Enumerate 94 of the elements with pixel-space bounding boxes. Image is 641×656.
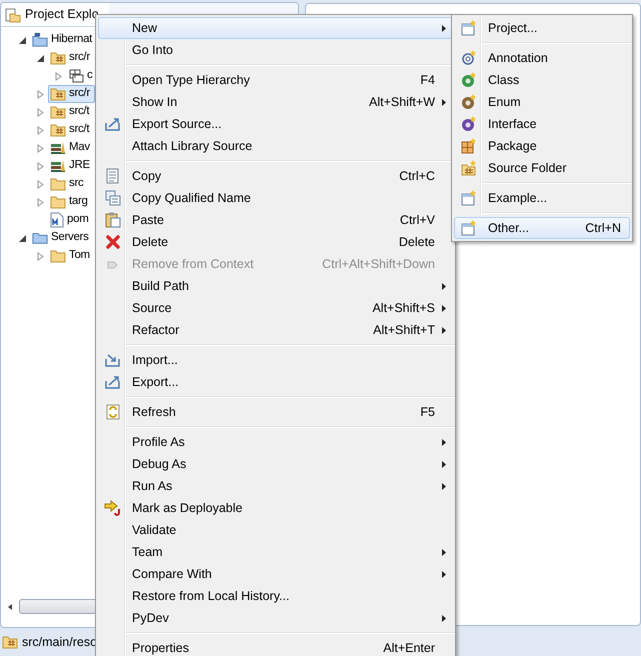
expand-arrow-icon[interactable] [36, 144, 45, 152]
menu-item[interactable]: New [98, 17, 453, 39]
source-folder-icon [461, 160, 477, 176]
file-icon [50, 212, 64, 228]
tree-item[interactable]: Servers [30, 229, 94, 247]
new-wizard-icon [461, 220, 477, 236]
expand-arrow-icon[interactable] [36, 180, 45, 188]
expand-arrow-icon[interactable] [36, 90, 45, 98]
tree-item[interactable]: src/t [48, 103, 94, 121]
collapse-arrow-icon[interactable] [18, 234, 27, 242]
package-folder-icon [50, 51, 66, 65]
menu-item[interactable]: Debug As [98, 453, 453, 475]
menu-item[interactable]: Source Alt+Shift+S [98, 297, 453, 319]
menu-item[interactable]: Show In Alt+Shift+W [98, 91, 453, 113]
folder-icon [32, 231, 48, 245]
package-folder-icon [50, 87, 66, 101]
enum-icon [461, 94, 477, 110]
package-folder-icon [2, 635, 18, 649]
menu-item[interactable]: Annotation [454, 47, 630, 69]
menu-item[interactable]: Other... Ctrl+N [454, 217, 630, 239]
delete-icon [106, 235, 120, 249]
menu-item[interactable]: Example... [454, 187, 630, 209]
menu-item[interactable]: Interface [454, 113, 630, 135]
menu-item[interactable]: Copy Qualified Name [98, 187, 453, 209]
copy-icon [105, 190, 121, 206]
tree-item[interactable]: Tom [48, 247, 95, 265]
library-icon [50, 141, 66, 155]
menu-item[interactable]: Export... [98, 371, 453, 393]
menu-item[interactable]: Compare With [98, 563, 453, 585]
collapse-arrow-icon[interactable] [18, 36, 27, 44]
expand-arrow-icon[interactable] [36, 126, 45, 134]
menu-item[interactable]: Copy Ctrl+C [98, 165, 453, 187]
menu-item[interactable]: Project... [454, 17, 630, 39]
package-folder-icon [50, 123, 66, 137]
menu-item[interactable]: Package [454, 135, 630, 157]
menu-item[interactable]: Properties Alt+Enter [98, 637, 453, 656]
menu-item[interactable]: Go Into [98, 39, 453, 61]
library-icon [50, 159, 66, 173]
paste-icon [105, 212, 121, 228]
package-icon [68, 69, 84, 83]
tree-item[interactable]: pom [48, 211, 94, 229]
tree-item[interactable]: src/t [48, 121, 94, 139]
tree-item[interactable]: src/r [48, 85, 95, 103]
folder-icon [50, 177, 66, 191]
collapse-arrow-icon[interactable] [36, 54, 45, 62]
new-wizard-icon [461, 190, 477, 206]
menu-item[interactable]: Import... [98, 349, 453, 371]
package-icon [461, 138, 477, 154]
expand-arrow-icon[interactable] [36, 162, 45, 170]
tree-item[interactable]: c [66, 67, 98, 85]
menu-item[interactable]: Refactor Alt+Shift+T [98, 319, 453, 341]
menu-item[interactable]: Class [454, 69, 630, 91]
menu-item[interactable]: Paste Ctrl+V [98, 209, 453, 231]
new-wizard-icon [461, 20, 477, 36]
folder-icon [50, 249, 66, 263]
export-icon [105, 375, 121, 389]
package-folder-icon [50, 105, 66, 119]
status-text: src/main/reso [22, 634, 98, 651]
tree-item[interactable]: src/r [48, 49, 95, 67]
folder-icon [50, 195, 66, 209]
menu-item[interactable]: Team [98, 541, 453, 563]
refresh-icon [105, 404, 121, 420]
tree-item[interactable]: src [48, 175, 88, 193]
interface-icon [461, 116, 477, 132]
menu-item[interactable]: Attach Library Source [98, 135, 453, 157]
menu-item[interactable]: Mark as Deployable [98, 497, 453, 519]
project-icon [32, 32, 48, 48]
annotation-icon [461, 50, 477, 66]
tree-item[interactable]: Hibernat [30, 31, 98, 49]
class-icon [461, 72, 477, 88]
menu-item[interactable]: PyDev [98, 607, 453, 629]
export-icon [105, 117, 121, 131]
expand-arrow-icon[interactable] [36, 252, 45, 260]
tree-item[interactable]: JRE [48, 157, 95, 175]
menu-item[interactable]: Run As [98, 475, 453, 497]
import-icon [105, 353, 121, 367]
folder-icon [5, 6, 21, 22]
tree-item[interactable]: targ [48, 193, 93, 211]
menu-item[interactable]: Export Source... [98, 113, 453, 135]
menu-item[interactable]: Source Folder [454, 157, 630, 179]
menu-item[interactable]: Validate [98, 519, 453, 541]
expand-arrow-icon[interactable] [54, 72, 63, 80]
menu-item[interactable]: Restore from Local History... [98, 585, 453, 607]
menu-item[interactable]: Delete Delete [98, 231, 453, 253]
menu-item[interactable]: Build Path [98, 275, 453, 297]
deploy-icon [104, 500, 122, 516]
copy-icon [106, 168, 120, 184]
expand-arrow-icon[interactable] [36, 198, 45, 206]
tree-item[interactable]: Mav [48, 139, 95, 157]
menu-item[interactable]: Open Type Hierarchy F4 [98, 69, 453, 91]
menu-item[interactable]: Enum [454, 91, 630, 113]
menu-item[interactable]: Refresh F5 [98, 401, 453, 423]
expand-arrow-icon[interactable] [36, 108, 45, 116]
menu-item[interactable]: Profile As [98, 431, 453, 453]
